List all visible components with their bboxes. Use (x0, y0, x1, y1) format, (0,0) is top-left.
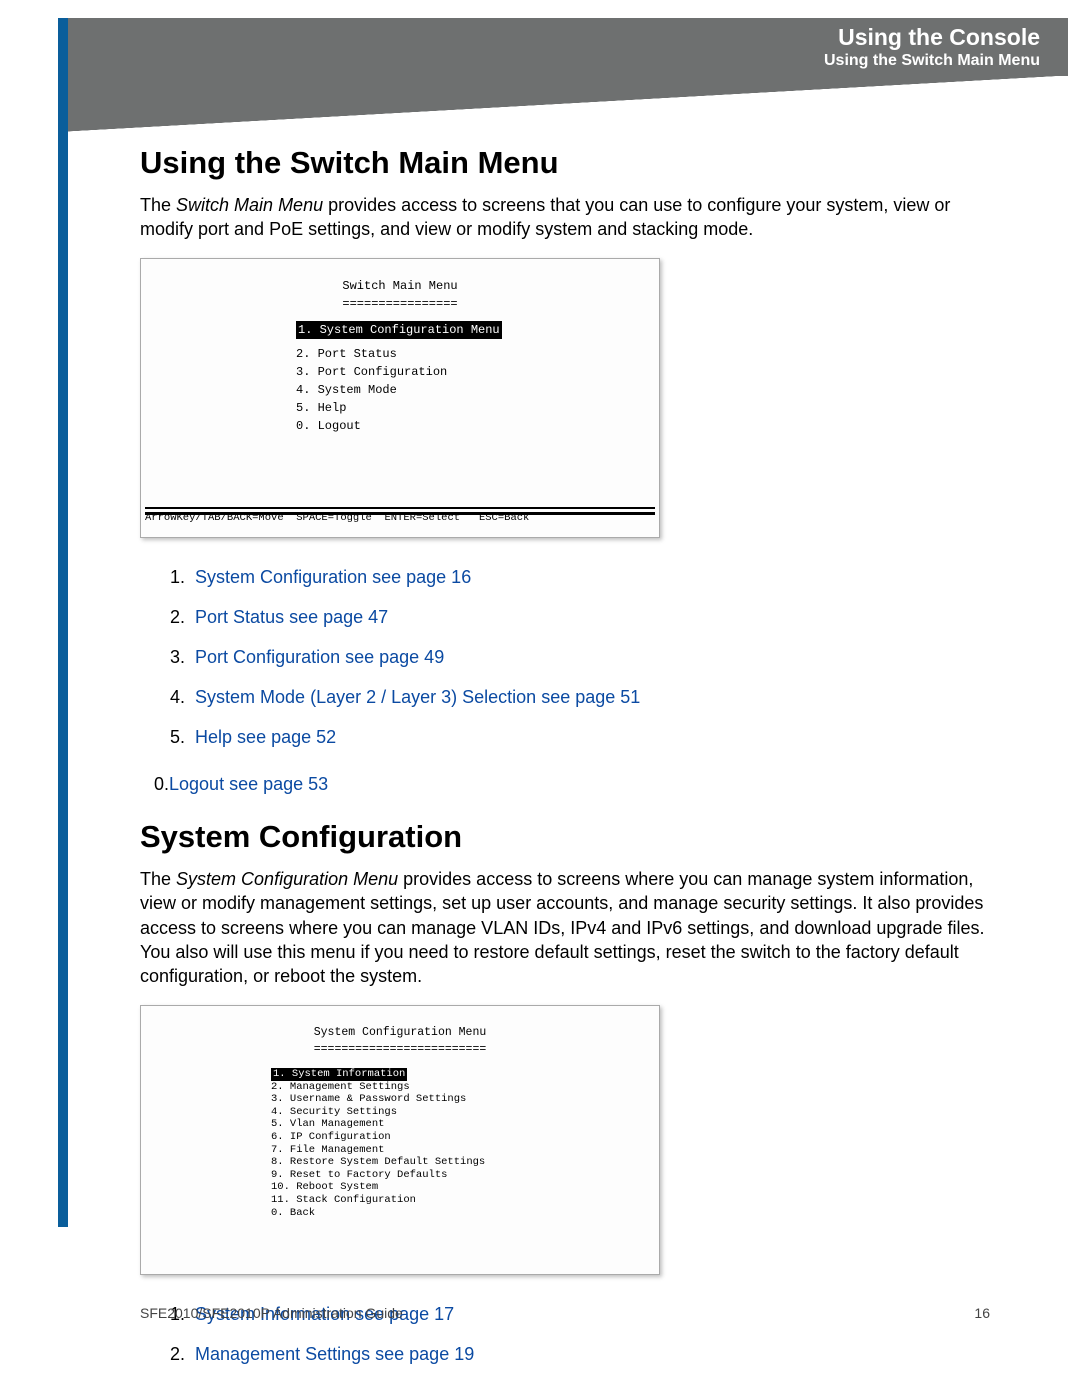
intro-paragraph-1: The Switch Main Menu provides access to … (140, 193, 990, 242)
terminal2-item: 0. Back (271, 1207, 659, 1220)
terminal2-item: 10. Reboot System (271, 1181, 659, 1194)
list-item: 4. System Mode (Layer 2 / Layer 3) Selec… (170, 684, 990, 710)
heading-switch-main-menu: Using the Switch Main Menu (140, 145, 990, 181)
xref-list-1: 1. System Configuration see page 16 2. P… (170, 564, 990, 750)
list-num: 1. (170, 567, 185, 587)
header-section-title: Using the Switch Main Menu (824, 51, 1040, 70)
list-num: 3. (170, 647, 185, 667)
terminal2-item: 4. Security Settings (271, 1106, 659, 1119)
intro-paragraph-2: The System Configuration Menu provides a… (140, 867, 990, 988)
list-item-zero: 0.Logout see page 53 (154, 774, 990, 795)
heading-system-configuration: System Configuration (140, 819, 990, 855)
intro2-ital: System Configuration Menu (176, 869, 398, 889)
terminal2-underline: ========================= (141, 1041, 659, 1058)
intro2-pre: The (140, 869, 176, 889)
page-footer: SFE2010/SFE2010P Administration Guide 16 (140, 1305, 990, 1321)
list-item: 1. System Configuration see page 16 (170, 564, 990, 590)
xref-link[interactable]: System Configuration see page 16 (195, 567, 471, 587)
terminal2-item: 9. Reset to Factory Defaults (271, 1169, 659, 1182)
list-num: 5. (170, 727, 185, 747)
page-header: Using the Console Using the Switch Main … (68, 18, 1068, 76)
list-num: 2. (170, 1344, 185, 1364)
list-item: 3. Port Configuration see page 49 (170, 644, 990, 670)
xref-link[interactable]: System Mode (Layer 2 / Layer 3) Selectio… (195, 687, 640, 707)
terminal1-underline: ================ (141, 295, 659, 313)
terminal-system-config-menu: System Configuration Menu ==============… (140, 1005, 660, 1275)
xref-link[interactable]: Help see page 52 (195, 727, 336, 747)
terminal1-item: 5. Help (296, 399, 659, 417)
terminal1-title: Switch Main Menu (141, 277, 659, 295)
terminal2-selected-item: 1. System Information (271, 1068, 407, 1081)
terminal1-selected-item: 1. System Configuration Menu (296, 321, 502, 339)
terminal-switch-main-menu: Switch Main Menu ================ 1. Sys… (140, 258, 660, 538)
xref-link[interactable]: Logout see page 53 (169, 774, 328, 794)
intro1-pre: The (140, 195, 176, 215)
list-item: 5. Help see page 52 (170, 724, 990, 750)
terminal1-item: 4. System Mode (296, 381, 659, 399)
terminal2-item: 11. Stack Configuration (271, 1194, 659, 1207)
list-num: 2. (170, 607, 185, 627)
header-diagonal (68, 76, 1068, 132)
terminal2-item: 8. Restore System Default Settings (271, 1156, 659, 1169)
list-num: 4. (170, 687, 185, 707)
xref-link[interactable]: Port Status see page 47 (195, 607, 388, 627)
terminal2-item: 3. Username & Password Settings (271, 1093, 659, 1106)
left-accent-border (58, 18, 68, 1227)
terminal2-item: 2. Management Settings (271, 1081, 659, 1094)
terminal1-item: 0. Logout (296, 417, 659, 435)
list-item: 2. Port Status see page 47 (170, 604, 990, 630)
terminal2-item: 6. IP Configuration (271, 1131, 659, 1144)
xref-link[interactable]: Management Settings see page 19 (195, 1344, 474, 1364)
terminal2-title: System Configuration Menu (141, 1024, 659, 1041)
terminal2-item: 7. File Management (271, 1144, 659, 1157)
terminal1-item: 2. Port Status (296, 345, 659, 363)
footer-doc-title: SFE2010/SFE2010P Administration Guide (140, 1305, 403, 1321)
header-chapter-title: Using the Console (838, 24, 1040, 52)
intro1-ital: Switch Main Menu (176, 195, 323, 215)
terminal1-footer: ArrowKey/TAB/BACK=Move SPACE=Toggle ENTE… (145, 507, 655, 527)
xref-link[interactable]: Port Configuration see page 49 (195, 647, 444, 667)
terminal1-item: 3. Port Configuration (296, 363, 659, 381)
footer-page-number: 16 (974, 1305, 990, 1321)
list-item: 2. Management Settings see page 19 (170, 1341, 990, 1367)
page-content: Using the Switch Main Menu The Switch Ma… (140, 145, 990, 1381)
list-num: 0. (154, 774, 169, 794)
terminal2-item: 5. Vlan Management (271, 1118, 659, 1131)
